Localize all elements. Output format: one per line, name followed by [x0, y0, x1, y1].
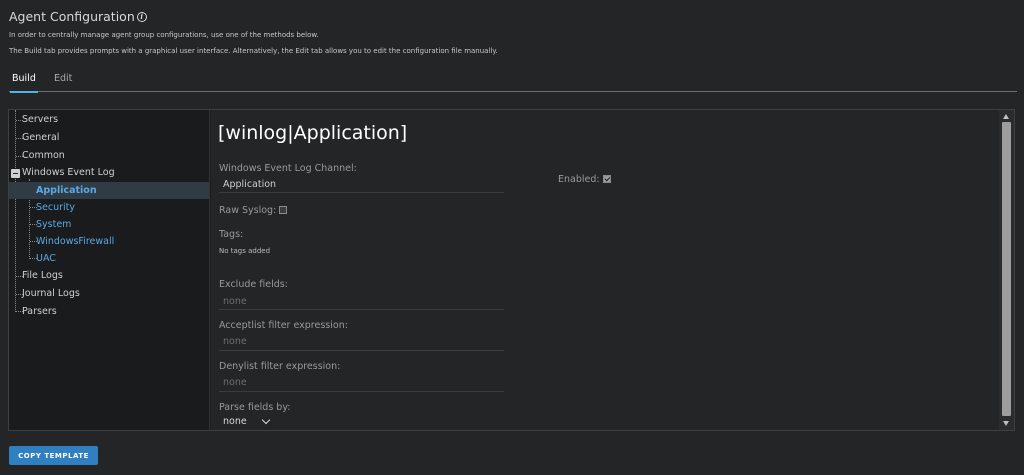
parse-fields-value: none — [223, 416, 247, 427]
enabled-checkbox[interactable] — [602, 174, 611, 183]
tree-item-application[interactable]: Application — [9, 182, 209, 199]
exclude-fields-label: Exclude fields: — [219, 279, 288, 290]
tree-guide-line — [15, 110, 16, 312]
raw-syslog-label: Raw Syslog: — [219, 205, 277, 216]
parse-fields-select[interactable]: none — [223, 415, 270, 427]
tree-item-system[interactable]: System — [36, 216, 71, 233]
field-underline — [219, 391, 504, 392]
enabled-label: Enabled: — [558, 174, 600, 185]
tree-item-common[interactable]: Common — [22, 147, 65, 164]
info-icon[interactable]: i — [136, 11, 147, 22]
scrollbar[interactable] — [999, 110, 1014, 430]
exclude-fields-input[interactable]: none — [223, 296, 247, 307]
raw-syslog-checkbox[interactable] — [279, 205, 288, 214]
tab-edit[interactable]: Edit — [54, 73, 72, 92]
tags-label: Tags: — [219, 229, 244, 240]
tree-item-file-logs[interactable]: File Logs — [22, 267, 63, 284]
tree-item-windows-event-log[interactable]: Windows Event Log — [22, 164, 115, 181]
denylist-label: Denylist filter expression: — [219, 361, 341, 372]
parse-fields-label: Parse fields by: — [219, 402, 291, 413]
raw-syslog-field: Raw Syslog: — [219, 205, 288, 216]
field-underline — [219, 309, 504, 310]
page-title: Agent Configuration i — [9, 9, 147, 24]
detail-pane: [winlog|Application] Windows Event Log C… — [211, 110, 999, 430]
tree-item-label: Application — [36, 185, 97, 196]
tree-item-servers[interactable]: Servers — [22, 111, 58, 128]
enabled-field: Enabled: — [558, 174, 611, 185]
page-description-1: In order to centrally manage agent group… — [9, 31, 319, 39]
channel-input[interactable]: Application — [223, 179, 276, 190]
page-title-text: Agent Configuration — [9, 9, 135, 24]
tree-item-journal-logs[interactable]: Journal Logs — [22, 285, 80, 302]
tree-item-windowsfirewall[interactable]: WindowsFirewall — [36, 233, 114, 250]
channel-label: Windows Event Log Channel: — [219, 163, 357, 174]
config-tree: Servers General Common Windows Event Log… — [9, 110, 210, 430]
tree-item-security[interactable]: Security — [36, 199, 75, 216]
acceptlist-label: Acceptlist filter expression: — [219, 320, 348, 331]
page-description-2: The Build tab provides prompts with a gr… — [9, 47, 498, 55]
collapse-icon[interactable] — [11, 169, 20, 178]
field-underline — [219, 192, 504, 193]
tree-item-general[interactable]: General — [22, 129, 59, 146]
tab-build[interactable]: Build — [10, 73, 38, 93]
scroll-up-arrow-icon[interactable] — [1003, 114, 1009, 119]
tags-value: No tags added — [219, 247, 271, 255]
tree-item-parsers[interactable]: Parsers — [22, 303, 57, 320]
denylist-input[interactable]: none — [223, 377, 247, 388]
field-underline — [219, 350, 504, 351]
scroll-thumb[interactable] — [1002, 122, 1011, 416]
copy-template-button[interactable]: COPY TEMPLATE — [9, 446, 98, 465]
section-heading: [winlog|Application] — [218, 122, 408, 144]
config-panel: Servers General Common Windows Event Log… — [8, 109, 1015, 431]
tab-bar: Build Edit — [9, 73, 1017, 93]
chevron-down-icon — [261, 415, 270, 424]
scroll-down-arrow-icon[interactable] — [1003, 421, 1009, 426]
acceptlist-input[interactable]: none — [223, 336, 247, 347]
tree-item-uac[interactable]: UAC — [36, 250, 56, 267]
